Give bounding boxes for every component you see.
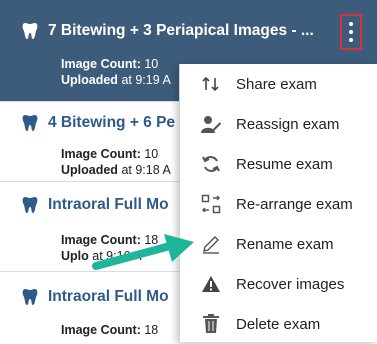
exam-meta: Image Count: 10 Uploaded at 9:19 A bbox=[61, 57, 171, 87]
menu-item-reassign[interactable]: Reassign exam bbox=[180, 104, 377, 144]
tooth-icon bbox=[22, 23, 38, 39]
menu-item-resume[interactable]: Resume exam bbox=[180, 144, 377, 184]
resume-icon bbox=[200, 153, 222, 175]
exam-meta: Image Count: 18 bbox=[61, 323, 159, 337]
trash-icon bbox=[200, 313, 222, 335]
menu-item-rename[interactable]: Rename exam bbox=[180, 224, 377, 264]
warning-icon bbox=[200, 273, 222, 295]
menu-item-share[interactable]: Share exam bbox=[180, 64, 377, 104]
tooth-icon bbox=[22, 197, 38, 213]
exam-title: Intraoral Full Mo bbox=[22, 196, 169, 214]
tooth-icon bbox=[22, 289, 38, 305]
kebab-dot bbox=[349, 22, 353, 26]
kebab-dot bbox=[349, 38, 353, 42]
rearrange-icon bbox=[200, 193, 222, 215]
exam-context-menu: Share exam Reassign exam Resume exam Re-… bbox=[179, 64, 377, 342]
exam-meta: Image Count: 10 Uploaded at 9:18 A bbox=[61, 147, 171, 177]
tooth-icon bbox=[22, 115, 38, 131]
share-icon bbox=[200, 73, 222, 95]
pencil-icon bbox=[200, 233, 222, 255]
exam-title: 7 Bitewing + 3 Periapical Images - ... bbox=[22, 22, 314, 40]
menu-item-rearrange[interactable]: Re-arrange exam bbox=[180, 184, 377, 224]
exam-title: Intraoral Full Mo bbox=[22, 288, 169, 306]
annotation-arrow bbox=[92, 234, 194, 270]
kebab-dot bbox=[349, 30, 353, 34]
more-options-button[interactable] bbox=[340, 14, 362, 50]
menu-item-delete[interactable]: Delete exam bbox=[180, 304, 377, 344]
exam-title: 4 Bitewing + 6 Pe bbox=[22, 114, 175, 132]
reassign-icon bbox=[200, 113, 222, 135]
menu-item-recover[interactable]: Recover images bbox=[180, 264, 377, 304]
